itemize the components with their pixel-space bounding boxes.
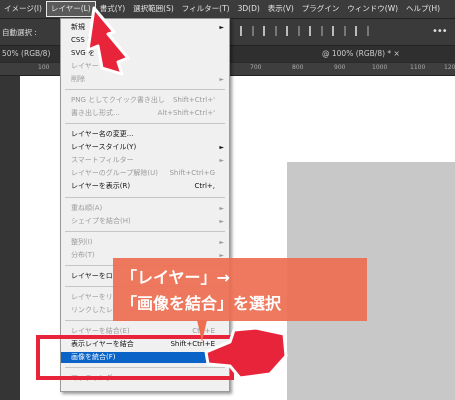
menu-item-label: スマートフィルター: [71, 156, 134, 164]
ruler-tick: 1100: [410, 64, 426, 71]
instruction-callout: 「レイヤー」→ 「画像を結合」を選択: [113, 258, 367, 321]
menu-window[interactable]: ウィンドウ(W): [343, 0, 402, 18]
tab-document-2[interactable]: @ 100% (RGB/8) * ×: [322, 49, 400, 58]
menu-item-label: レイヤーのグループ解除(U): [71, 169, 158, 177]
hand-pointer-icon: [86, 6, 130, 76]
align-middle-icon[interactable]: [332, 26, 346, 36]
menu-item-export-as[interactable]: 書き出し形式... Alt+Shift+Ctrl+': [61, 108, 229, 119]
menu-item-rename-layer[interactable]: レイヤー名の変更...: [61, 129, 229, 140]
align-right-icon[interactable]: [286, 26, 300, 36]
menu-shortcut: Shift+Ctrl+G: [169, 169, 215, 177]
more-options-icon[interactable]: •••: [432, 26, 448, 37]
menu-item-label: リンクしたレ: [71, 306, 113, 314]
menu-item-label: レイヤーをロ: [71, 272, 113, 280]
menu-item-label: レイヤーをリ: [71, 293, 113, 301]
ruler-tick: 1200: [444, 64, 455, 71]
align-bottom-icon[interactable]: [355, 26, 369, 36]
submenu-arrow-icon: ►: [219, 76, 224, 83]
submenu-arrow-icon: ►: [219, 218, 224, 225]
menu-item-show-layers[interactable]: レイヤーを表示(R) Ctrl+,: [61, 181, 229, 192]
hand-pointer-icon: [204, 326, 288, 380]
menu-separator: [65, 231, 225, 232]
auto-select-label: 自動選択 :: [2, 28, 37, 37]
menu-item-quick-export[interactable]: PNG としてクイック書き出し Shift+Ctrl+': [61, 95, 229, 106]
menu-item-ungroup[interactable]: レイヤーのグループ解除(U) Shift+Ctrl+G: [61, 168, 229, 179]
menu-item-label: 新規: [71, 23, 85, 31]
menu-item-label: 削除: [71, 75, 85, 83]
align-icons: [240, 26, 369, 36]
menu-item-label: PNG としてクイック書き出し: [71, 96, 165, 104]
submenu-arrow-icon: ►: [219, 205, 224, 212]
menu-item-label: レイヤースタイル(Y): [71, 143, 137, 151]
menu-separator: [65, 123, 225, 124]
submenu-arrow-icon: ►: [219, 157, 224, 164]
menu-item-label: レイヤーを表示(R): [71, 182, 131, 190]
align-top-icon[interactable]: [309, 26, 323, 36]
menu-filter[interactable]: フィルター(T): [178, 0, 234, 18]
submenu-arrow-icon: ►: [219, 239, 224, 246]
menu-item-arrange[interactable]: 重ね順(A) ►: [61, 203, 229, 214]
menu-item-label: 整列(I): [71, 238, 93, 246]
menu-image[interactable]: イメージ(I): [0, 0, 46, 18]
ruler-tick: 1000: [372, 64, 388, 71]
menu-shortcut: Shift+Ctrl+': [172, 96, 215, 104]
menu-separator: [65, 89, 225, 90]
callout-line-1: 「レイヤー」→: [121, 268, 230, 287]
menu-3d[interactable]: 3D(D): [234, 0, 264, 18]
menu-item-label: 分布(T): [71, 251, 95, 259]
align-left-icon[interactable]: [240, 26, 254, 36]
menu-item-align[interactable]: 整列(I) ►: [61, 237, 229, 248]
menu-plugins[interactable]: プラグイン: [298, 0, 344, 18]
menu-view[interactable]: 表示(V): [264, 0, 298, 18]
submenu-arrow-icon: ►: [219, 144, 224, 151]
tab-document-1[interactable]: 50% (RGB/8): [2, 49, 50, 58]
menu-shortcut: Alt+Shift+Ctrl+': [157, 109, 215, 117]
menu-item-label: 重ね順(A): [71, 204, 103, 212]
ruler-tick: 800: [292, 64, 304, 71]
ruler-tick: 100: [38, 64, 50, 71]
menu-shortcut: Ctrl+,: [194, 182, 215, 190]
menu-item-layer-style[interactable]: レイヤースタイル(Y) ►: [61, 142, 229, 153]
menubar: イメージ(I) レイヤー(L) 書式(Y) 選択範囲(S) フィルター(T) 3…: [0, 0, 455, 19]
callout-line-2: 「画像を結合」を選択: [121, 294, 282, 313]
menu-separator: [65, 197, 225, 198]
menu-item-label: レイヤー名の変更...: [71, 130, 134, 138]
menu-item-combine-shapes[interactable]: シェイプを結合(H) ►: [61, 216, 229, 227]
submenu-arrow-icon: ►: [219, 24, 224, 31]
menu-item-label: 書き出し形式...: [71, 109, 120, 117]
menu-help[interactable]: ヘルプ(H): [402, 0, 444, 18]
ruler-tick: 700: [250, 64, 262, 71]
menu-item-smart-filter[interactable]: スマートフィルター ►: [61, 155, 229, 166]
align-center-icon[interactable]: [263, 26, 277, 36]
ruler-tick: 900: [334, 64, 346, 71]
left-panel: [0, 76, 20, 400]
menu-item-label: シェイプを結合(H): [71, 217, 131, 225]
